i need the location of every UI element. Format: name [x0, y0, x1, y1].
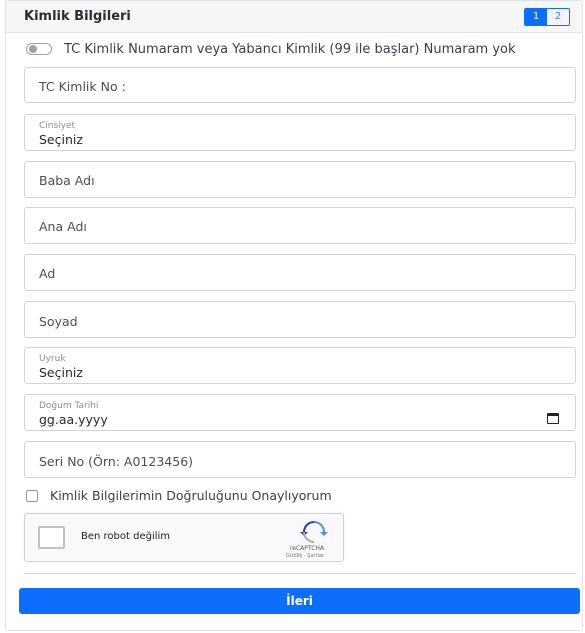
toggle-knob	[29, 45, 37, 53]
recaptcha-label: Ben robot değilim	[81, 531, 171, 542]
step-2[interactable]: 2	[547, 9, 569, 25]
no-id-toggle-label: TC Kimlik Numaram veya Yabancı Kimlik (9…	[64, 41, 516, 57]
surname-input[interactable]: Soyad	[24, 301, 576, 338]
gender-value: Seçiniz	[39, 132, 83, 147]
card-title: Kimlik Bilgileri	[24, 9, 131, 24]
recaptcha-widget: Ben robot değilim reCAPTCHA Gizlilik - Ş…	[24, 513, 344, 562]
mother-name-placeholder: Ana Adı	[39, 219, 87, 234]
recaptcha-terms-link[interactable]: Gizlilik - Şartlar	[279, 553, 331, 559]
tc-no-input[interactable]: TC Kimlik No :	[24, 67, 576, 103]
confirm-label[interactable]: Kimlik Bilgilerimin Doğruluğunu Onaylıyo…	[50, 488, 332, 503]
step-indicator: 1 2	[524, 8, 570, 26]
tc-no-placeholder: TC Kimlik No :	[39, 79, 126, 94]
birth-date-label: Doğum Tarihi	[39, 401, 99, 411]
first-name-input[interactable]: Ad	[24, 254, 576, 291]
nationality-label: Uyruk	[39, 354, 66, 364]
no-id-toggle-switch[interactable]	[26, 43, 52, 55]
no-id-toggle-row: TC Kimlik Numaram veya Yabancı Kimlik (9…	[26, 41, 516, 57]
serial-no-placeholder: Seri No (Örn: A0123456)	[39, 454, 194, 469]
card-header: Kimlik Bilgileri 1 2	[6, 1, 582, 33]
mother-name-input[interactable]: Ana Adı	[24, 207, 576, 244]
confirm-checkbox[interactable]	[26, 489, 38, 502]
father-name-input[interactable]: Baba Adı	[24, 161, 576, 198]
recaptcha-logo-icon	[300, 521, 328, 543]
gender-label: Cinsiyet	[39, 121, 76, 131]
recaptcha-checkbox[interactable]	[38, 526, 65, 549]
form-divider	[24, 573, 576, 574]
father-name-placeholder: Baba Adı	[39, 173, 95, 188]
gender-select[interactable]: Cinsiyet Seçiniz	[24, 114, 576, 151]
confirm-row: Kimlik Bilgilerimin Doğruluğunu Onaylıyo…	[26, 488, 332, 503]
calendar-icon[interactable]	[547, 413, 559, 424]
recaptcha-brand: reCAPTCHA	[289, 545, 325, 552]
nationality-value: Seçiniz	[39, 365, 83, 380]
nationality-select[interactable]: Uyruk Seçiniz	[24, 347, 576, 384]
birth-date-input[interactable]: Doğum Tarihi gg.aa.yyyy	[24, 394, 576, 431]
next-button[interactable]: İleri	[19, 588, 580, 614]
step-1[interactable]: 1	[525, 9, 547, 25]
birth-date-value: gg.aa.yyyy	[39, 412, 108, 427]
serial-no-input[interactable]: Seri No (Örn: A0123456)	[24, 441, 576, 478]
surname-placeholder: Soyad	[39, 314, 78, 329]
first-name-placeholder: Ad	[39, 266, 56, 281]
